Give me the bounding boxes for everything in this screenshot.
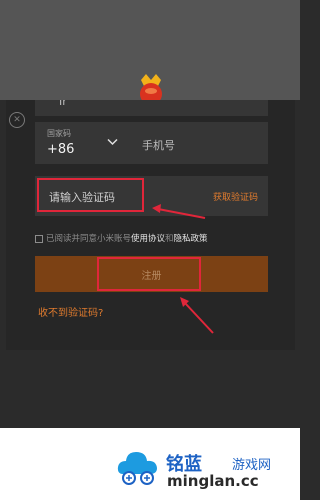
watermark-subtitle: 游戏网 bbox=[232, 458, 272, 473]
cloud-logo-icon bbox=[117, 452, 157, 485]
country-code-value[interactable]: +86 bbox=[47, 142, 74, 157]
phone-row: 国家码 +86 手机号 bbox=[35, 122, 268, 164]
phone-input[interactable]: 手机号 bbox=[142, 137, 175, 153]
agreement-connector: 和 bbox=[165, 234, 174, 244]
terms-link[interactable]: 使用协议 bbox=[131, 234, 165, 244]
privacy-link[interactable]: 隐私政策 bbox=[174, 234, 208, 244]
no-code-link[interactable]: 收不到验证码? bbox=[38, 304, 103, 319]
country-code-label: 国家码 bbox=[47, 129, 71, 138]
previous-field: Ir bbox=[35, 100, 268, 116]
crown-icon bbox=[140, 74, 162, 104]
chevron-down-icon[interactable] bbox=[107, 138, 118, 146]
agreement-checkbox[interactable] bbox=[35, 234, 43, 243]
register-highlight bbox=[97, 257, 201, 291]
get-code-button[interactable]: 获取验证码 bbox=[213, 190, 258, 203]
close-icon[interactable]: ✕ bbox=[9, 112, 25, 128]
code-input-highlight bbox=[37, 178, 144, 212]
agreement-text: 已阅读并同意小米账号 bbox=[46, 234, 132, 244]
watermark-domain: minglan.cc bbox=[167, 472, 259, 490]
agreement-row: 已阅读并同意小米账号使用协议和隐私政策 bbox=[35, 232, 208, 244]
previous-field-text: Ir bbox=[59, 100, 67, 108]
